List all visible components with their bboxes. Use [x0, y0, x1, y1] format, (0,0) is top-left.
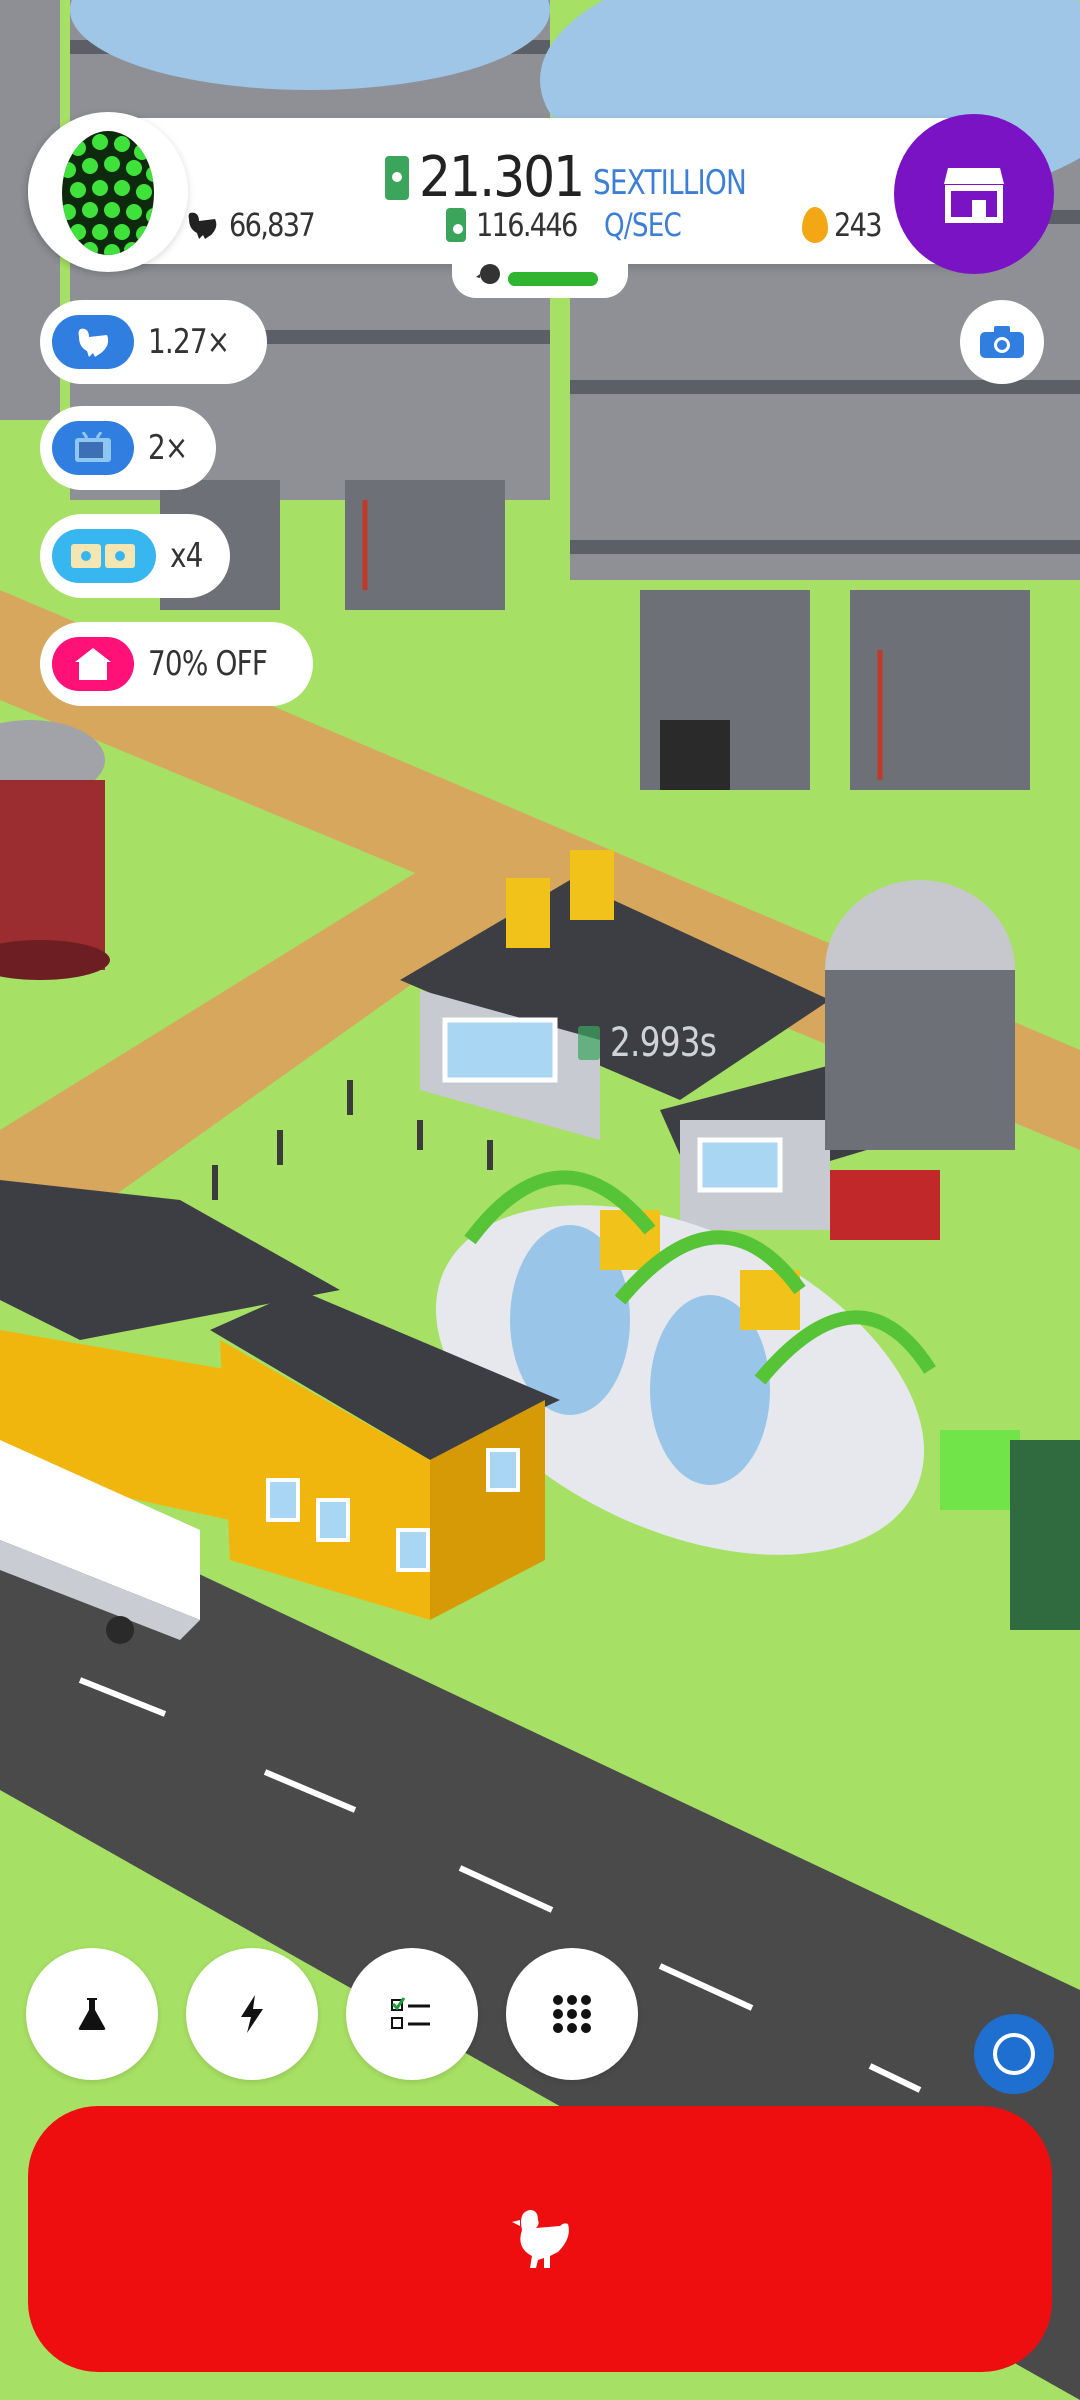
grid-icon — [553, 1995, 591, 2033]
shop-button[interactable] — [894, 114, 1054, 274]
camera-icon — [980, 326, 1024, 358]
boost-chicken-multiplier[interactable]: 1.27× — [40, 300, 268, 384]
boost-icon-badge — [52, 315, 134, 369]
dark-matter-egg-icon — [62, 131, 154, 255]
habitat-capacity-bar — [508, 272, 598, 286]
research-icon — [78, 1998, 106, 2030]
money-value: 21.301 — [419, 145, 585, 210]
golden-egg-value: 243 — [834, 206, 883, 244]
boost-icon-badge — [52, 421, 134, 475]
red-silo — [0, 720, 110, 980]
chicken-icon — [188, 212, 217, 239]
cash-icon — [385, 156, 409, 200]
hatch-chicken-button[interactable] — [28, 2106, 1052, 2372]
cash-icon — [578, 1026, 600, 1060]
money-display: 21.301 SEXTILLION — [385, 138, 780, 208]
boost-label: 2× — [148, 428, 188, 468]
boost-video-multiplier[interactable]: 2× — [40, 406, 217, 490]
rate-unit: Q/SEC — [604, 206, 682, 244]
chick-icon — [476, 264, 500, 284]
boost-discount[interactable]: 70% OFF — [40, 622, 314, 706]
money-unit: SEXTILLION — [593, 163, 747, 203]
camera-button[interactable] — [960, 300, 1044, 384]
boost-icon-badge — [52, 637, 134, 691]
boost-tickets[interactable]: x4 — [40, 514, 230, 598]
rate-value: 116.446 — [476, 206, 578, 244]
boosts-button[interactable] — [186, 1948, 318, 2080]
research-button[interactable] — [26, 1948, 158, 2080]
cash-icon — [446, 208, 466, 242]
boost-icon-badge — [52, 529, 156, 583]
chicken-count: 66,837 — [185, 206, 329, 244]
egg-type-button[interactable] — [28, 112, 188, 272]
menu-button[interactable] — [506, 1948, 638, 2080]
earning-rate: 116.446 Q/SEC — [446, 206, 698, 244]
chicken-icon — [512, 2210, 569, 2268]
boost-label: x4 — [170, 536, 203, 576]
chicken-count-value: 66,837 — [229, 206, 316, 244]
tv-icon — [75, 432, 111, 462]
hatchery-timer: 2.993s — [610, 1020, 717, 1066]
missions-button[interactable] — [346, 1948, 478, 2080]
checklist-icon — [391, 1997, 430, 2029]
golden-egg-count: 243 — [802, 206, 889, 244]
shop-icon — [944, 168, 1004, 223]
lightning-icon — [241, 1995, 263, 2033]
habitat-capacity-fill — [508, 272, 585, 286]
tickets-icon — [71, 544, 135, 568]
house-icon — [75, 648, 111, 680]
overlay-circle-button[interactable] — [974, 2014, 1054, 2094]
ring-icon — [993, 2033, 1035, 2075]
chicken-icon — [78, 328, 109, 357]
golden-egg-icon — [802, 207, 828, 243]
boost-label: 1.27× — [148, 322, 230, 362]
boost-label: 70% OFF — [148, 644, 268, 684]
